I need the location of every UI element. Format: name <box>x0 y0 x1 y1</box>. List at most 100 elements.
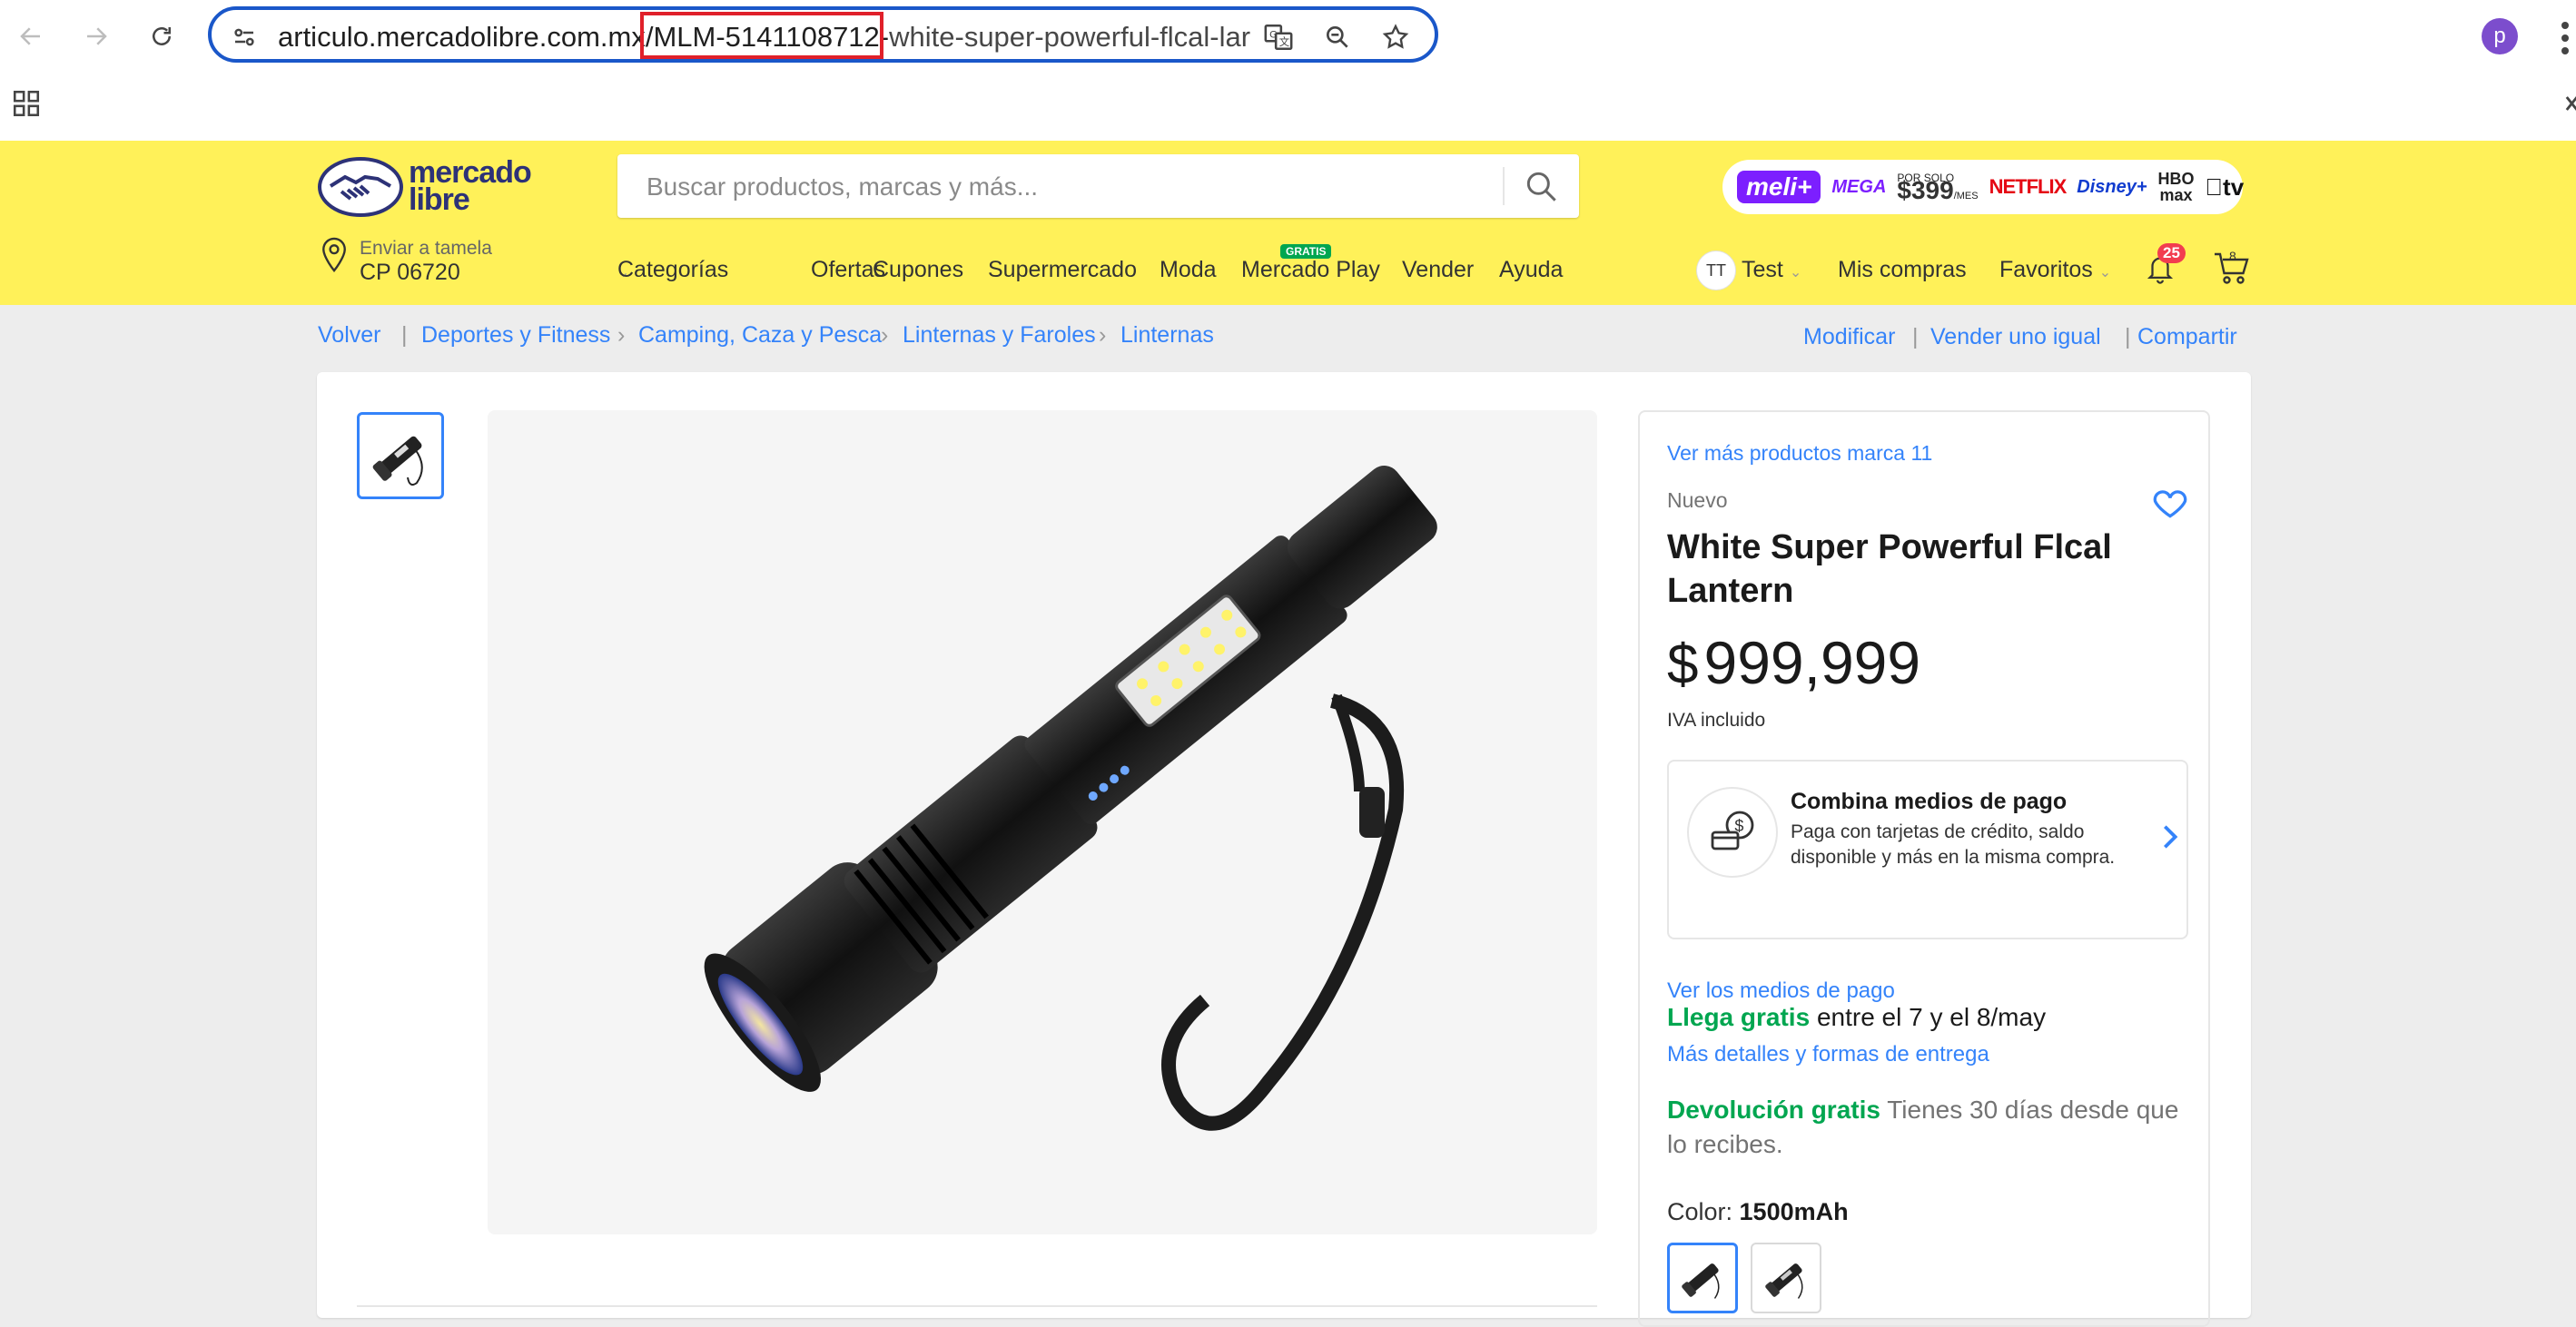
search-icon[interactable] <box>1522 167 1562 207</box>
chevron-down-icon: ⌄ <box>1789 265 1802 280</box>
breadcrumb-item[interactable]: Deportes y Fitness <box>421 322 610 349</box>
user-menu[interactable]: Test ⌄ <box>1742 257 1801 283</box>
breadcrumb-chevron-icon: › <box>1099 322 1107 348</box>
chevron-down-icon: ⌄ <box>2098 265 2112 280</box>
zoom-icon[interactable] <box>1319 19 1356 55</box>
nav-categorias[interactable]: Categorías ⌄ <box>617 257 728 283</box>
apple-tv-logo: tv <box>2206 173 2245 202</box>
price-currency: $ <box>1667 634 1699 696</box>
payment-methods-card[interactable]: $ Combina medios de pago Paga con tarjet… <box>1667 760 2188 939</box>
url-domain: articulo.mercadolibre.com.mx <box>278 21 646 53</box>
product-price: $999,999 <box>1667 628 1920 697</box>
sell-similar-link[interactable]: Vender uno igual <box>1930 324 2101 350</box>
apple-tv-text: tv <box>2205 172 2244 201</box>
meli-plus-badge: meli+ <box>1737 171 1821 203</box>
translate-icon[interactable]: G文 <box>1260 19 1297 55</box>
site-settings-icon[interactable] <box>226 19 262 55</box>
favorite-heart-icon[interactable] <box>2150 483 2190 523</box>
favorites-menu[interactable]: Favoritos ⌄ <box>1999 257 2111 283</box>
return-info: Devolución gratis Tienes 30 días desde q… <box>1667 1093 2188 1162</box>
logo-line-2: libre <box>409 182 470 217</box>
breadcrumb-item[interactable]: Camping, Caza y Pesca <box>638 322 882 349</box>
browser-chrome: articulo.mercadolibre.com.mx/MLM-5141108… <box>0 0 2576 141</box>
nav-moda[interactable]: Moda <box>1160 257 1217 283</box>
breadcrumb-chevron-icon: › <box>881 322 889 348</box>
cart-count: 8 <box>2229 249 2236 263</box>
user-avatar[interactable]: TT <box>1696 251 1736 290</box>
site-header: mercado libre meli+ MEGA POR SOLO $399/M… <box>0 141 2576 305</box>
search-input[interactable] <box>645 154 1511 220</box>
share-link[interactable]: Compartir <box>2137 324 2237 350</box>
payment-subtitle: Paga con tarjetas de crédito, saldo disp… <box>1791 821 2116 868</box>
apps-grid-icon[interactable] <box>11 88 42 123</box>
location-label: Enviar a tamela <box>360 238 492 259</box>
location-pin-icon <box>322 237 346 273</box>
flashlight-swatch-image <box>1765 1263 1803 1299</box>
action-divider: | <box>1912 324 1919 349</box>
shipping-dates: entre el 7 y el 8/may <box>1810 1003 2047 1031</box>
nav-vender[interactable]: Vender <box>1402 257 1474 283</box>
meli-plus-promo-banner[interactable]: meli+ MEGA POR SOLO $399/MES NETFLIX Dis… <box>1722 160 2245 214</box>
apple-icon:  <box>2206 173 2224 201</box>
breadcrumb-divider: | <box>401 322 408 348</box>
free-return-label: Devolución gratis <box>1667 1096 1880 1124</box>
nav-cupones[interactable]: Cupones <box>873 257 963 283</box>
free-shipping-label: Llega gratis <box>1667 1003 1811 1031</box>
disney-plus-logo: Disney+ <box>2077 176 2147 197</box>
my-purchases-link[interactable]: Mis compras <box>1838 257 1967 283</box>
tax-note: IVA incluido <box>1667 710 1766 731</box>
notifications-count: 25 <box>2157 243 2186 263</box>
promo-price: POR SOLO $399/MES <box>1897 172 1979 204</box>
more-menu-icon[interactable] <box>2559 20 2571 61</box>
breadcrumb-chevron-icon: › <box>617 322 626 348</box>
color-swatch[interactable] <box>1751 1243 1821 1313</box>
search-bar <box>617 154 1579 220</box>
url-slug: white-super-powerful-flcal-lar <box>889 21 1251 53</box>
logo-text: mercado libre <box>409 157 532 217</box>
mercado-libre-logo[interactable]: mercado libre <box>318 157 545 217</box>
payment-methods-link[interactable]: Ver los medios de pago <box>1667 978 1895 1004</box>
svg-text:文: 文 <box>1279 35 1289 48</box>
shipping-info: Llega gratis entre el 7 y el 8/may <box>1667 1003 2046 1032</box>
back-link[interactable]: Volver <box>318 322 380 349</box>
payment-card-coin-icon: $ <box>1687 787 1778 878</box>
product-main-image[interactable] <box>488 410 1597 1234</box>
search-divider <box>1503 167 1505 205</box>
url-highlight-box <box>640 12 883 59</box>
flashlight-image <box>704 466 1437 1131</box>
buy-box: Ver más productos marca 11 Nuevo White S… <box>1638 410 2210 1327</box>
hbo-max-logo: HBO max <box>2157 170 2195 204</box>
favorites-label: Favoritos <box>1999 257 2093 282</box>
delivery-details-link[interactable]: Más detalles y formas de entrega <box>1667 1042 1989 1067</box>
product-card: Ver más productos marca 11 Nuevo White S… <box>317 372 2251 1327</box>
nav-ayuda[interactable]: Ayuda <box>1499 257 1563 283</box>
browser-profile-avatar[interactable]: p <box>2482 18 2518 54</box>
promo-price-value: $399 <box>1897 176 1954 204</box>
netflix-logo: NETFLIX <box>1989 175 2068 198</box>
chevron-right-icon <box>2159 821 2181 852</box>
bookmark-star-icon[interactable] <box>1377 19 1414 55</box>
nav-categorias-label: Categorías <box>617 257 729 282</box>
user-name: Test <box>1742 257 1783 282</box>
forward-arrow-icon[interactable] <box>71 11 122 62</box>
section-divider <box>357 1305 1597 1307</box>
color-value: 1500mAh <box>1739 1198 1849 1225</box>
breadcrumb-item[interactable]: Linternas y Faroles <box>903 322 1096 349</box>
address-bar[interactable]: articulo.mercadolibre.com.mx/MLM-5141108… <box>208 6 1438 63</box>
color-swatch-selected[interactable] <box>1667 1243 1738 1313</box>
nav-mercado-play[interactable]: Mercado Play <box>1241 257 1380 283</box>
color-selector-label: Color: 1500mAh <box>1667 1198 1849 1226</box>
nav-supermercado[interactable]: Supermercado <box>988 257 1137 283</box>
breadcrumb-item[interactable]: Linternas <box>1120 322 1214 349</box>
location-zip: CP 06720 <box>360 260 460 285</box>
handshake-logo-icon <box>318 157 403 217</box>
reload-icon[interactable] <box>136 11 187 62</box>
price-value: 999,999 <box>1703 629 1921 696</box>
product-condition: Nuevo <box>1667 488 1728 512</box>
promo-per: /MES <box>1953 191 1979 202</box>
brand-products-link[interactable]: Ver más productos marca 11 <box>1667 441 1932 466</box>
back-arrow-icon[interactable] <box>5 11 56 62</box>
modify-link[interactable]: Modificar <box>1803 324 1895 350</box>
product-thumbnail[interactable] <box>357 412 444 499</box>
close-sidebar-icon[interactable] <box>2564 91 2576 121</box>
